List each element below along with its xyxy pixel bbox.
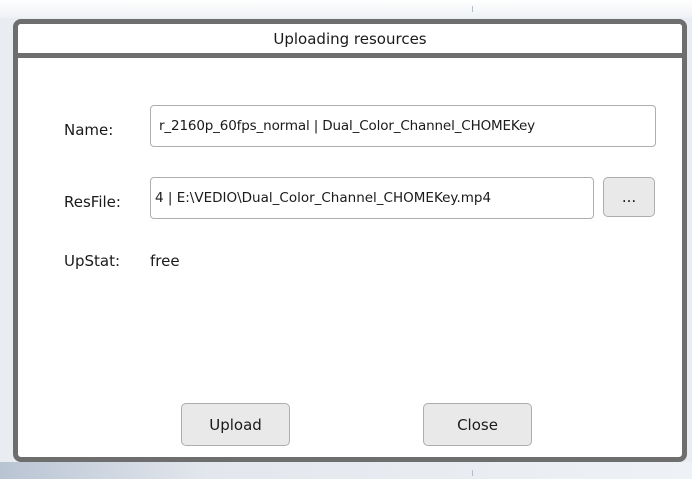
resfile-field-value: 4 | E:\VEDIO\Dual_Color_Channel_CHOMEKey… [155, 190, 492, 206]
resfile-label: ResFile: [64, 193, 121, 211]
background-divider-bottom [472, 470, 473, 476]
resfile-field[interactable]: 4 | E:\VEDIO\Dual_Color_Channel_CHOMEKey… [150, 177, 594, 219]
background-top-strip [0, 0, 692, 18]
background-bottom-strip [0, 462, 692, 479]
upload-button[interactable]: Upload [181, 403, 290, 446]
upstat-label: UpStat: [64, 252, 121, 270]
browse-button[interactable]: ... [603, 177, 655, 217]
name-label: Name: [64, 121, 114, 139]
name-field-value: r_2160p_60fps_normal | Dual_Color_Channe… [159, 118, 535, 134]
upload-dialog: Uploading resources Name: r_2160p_60fps_… [13, 19, 687, 462]
close-button[interactable]: Close [423, 403, 532, 446]
dialog-title: Uploading resources [273, 29, 427, 48]
name-field[interactable]: r_2160p_60fps_normal | Dual_Color_Channe… [150, 105, 656, 147]
upstat-value: free [150, 252, 180, 270]
dialog-title-bar[interactable]: Uploading resources [18, 24, 682, 58]
background-divider-top [472, 6, 473, 12]
